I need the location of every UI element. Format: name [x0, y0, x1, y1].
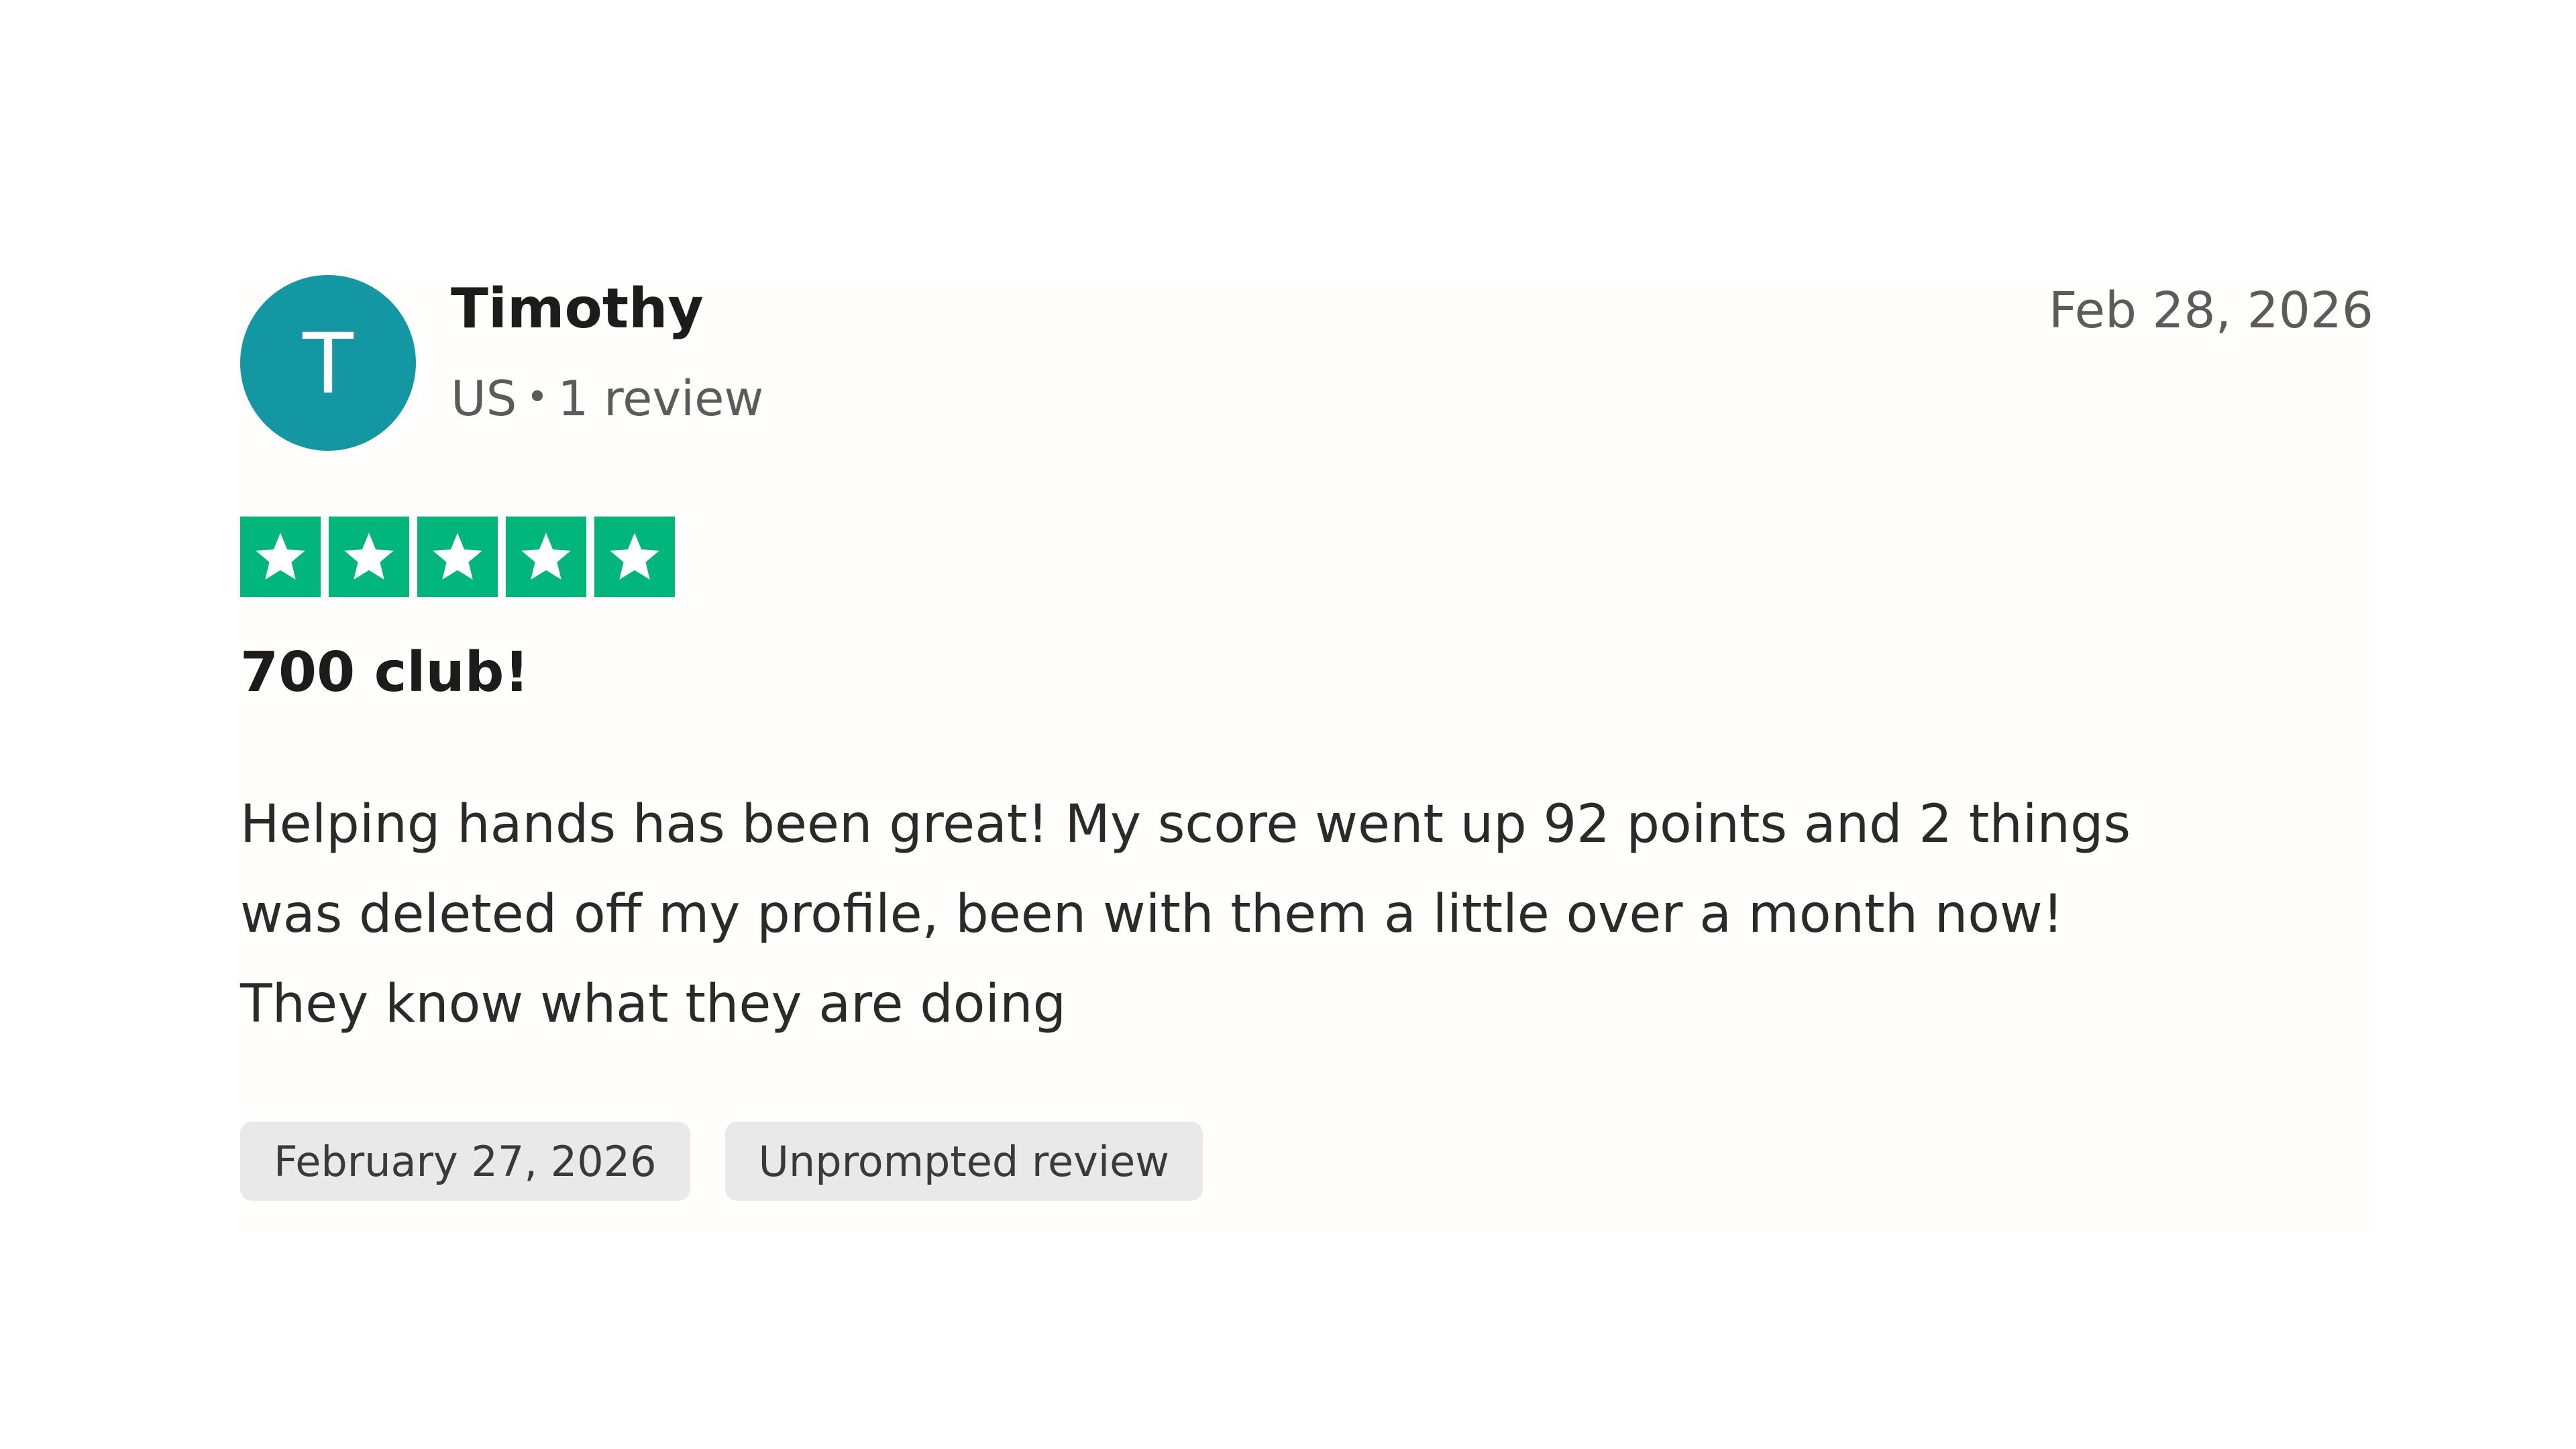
star-icon: [329, 517, 409, 597]
review-date: Feb 28, 2026: [2048, 282, 2373, 339]
page: T Timothy US • 1 review Feb 28, 2026 700…: [0, 0, 2576, 1449]
meta-separator: •: [526, 376, 549, 419]
review-card: T Timothy US • 1 review Feb 28, 2026 700…: [240, 275, 2373, 1234]
review-body: Helping hands has been great! My score w…: [240, 780, 2373, 1049]
experience-date-chip: February 27, 2026: [240, 1122, 690, 1201]
star-rating: [240, 517, 675, 597]
review-body-line: Helping hands has been great! My score w…: [240, 794, 2131, 855]
star-icon: [506, 517, 586, 597]
unprompted-review-chip[interactable]: Unprompted review: [724, 1122, 1203, 1201]
review-chips: February 27, 2026 Unprompted review: [240, 1122, 1203, 1201]
star-icon: [240, 517, 321, 597]
avatar-initial: T: [303, 316, 354, 413]
reviewer-review-count: 1 review: [557, 370, 764, 427]
review-body-line: was deleted off my profile, been with th…: [240, 884, 2064, 945]
reviewer-country: US: [451, 370, 517, 427]
review-body-line: They know what they are doing: [240, 974, 1067, 1034]
star-icon: [417, 517, 498, 597]
review-title[interactable]: 700 club!: [240, 645, 529, 700]
reviewer-meta: US • 1 review: [451, 374, 763, 423]
star-icon: [594, 517, 675, 597]
avatar[interactable]: T: [240, 275, 416, 451]
reviewer-name[interactable]: Timothy: [451, 282, 704, 337]
